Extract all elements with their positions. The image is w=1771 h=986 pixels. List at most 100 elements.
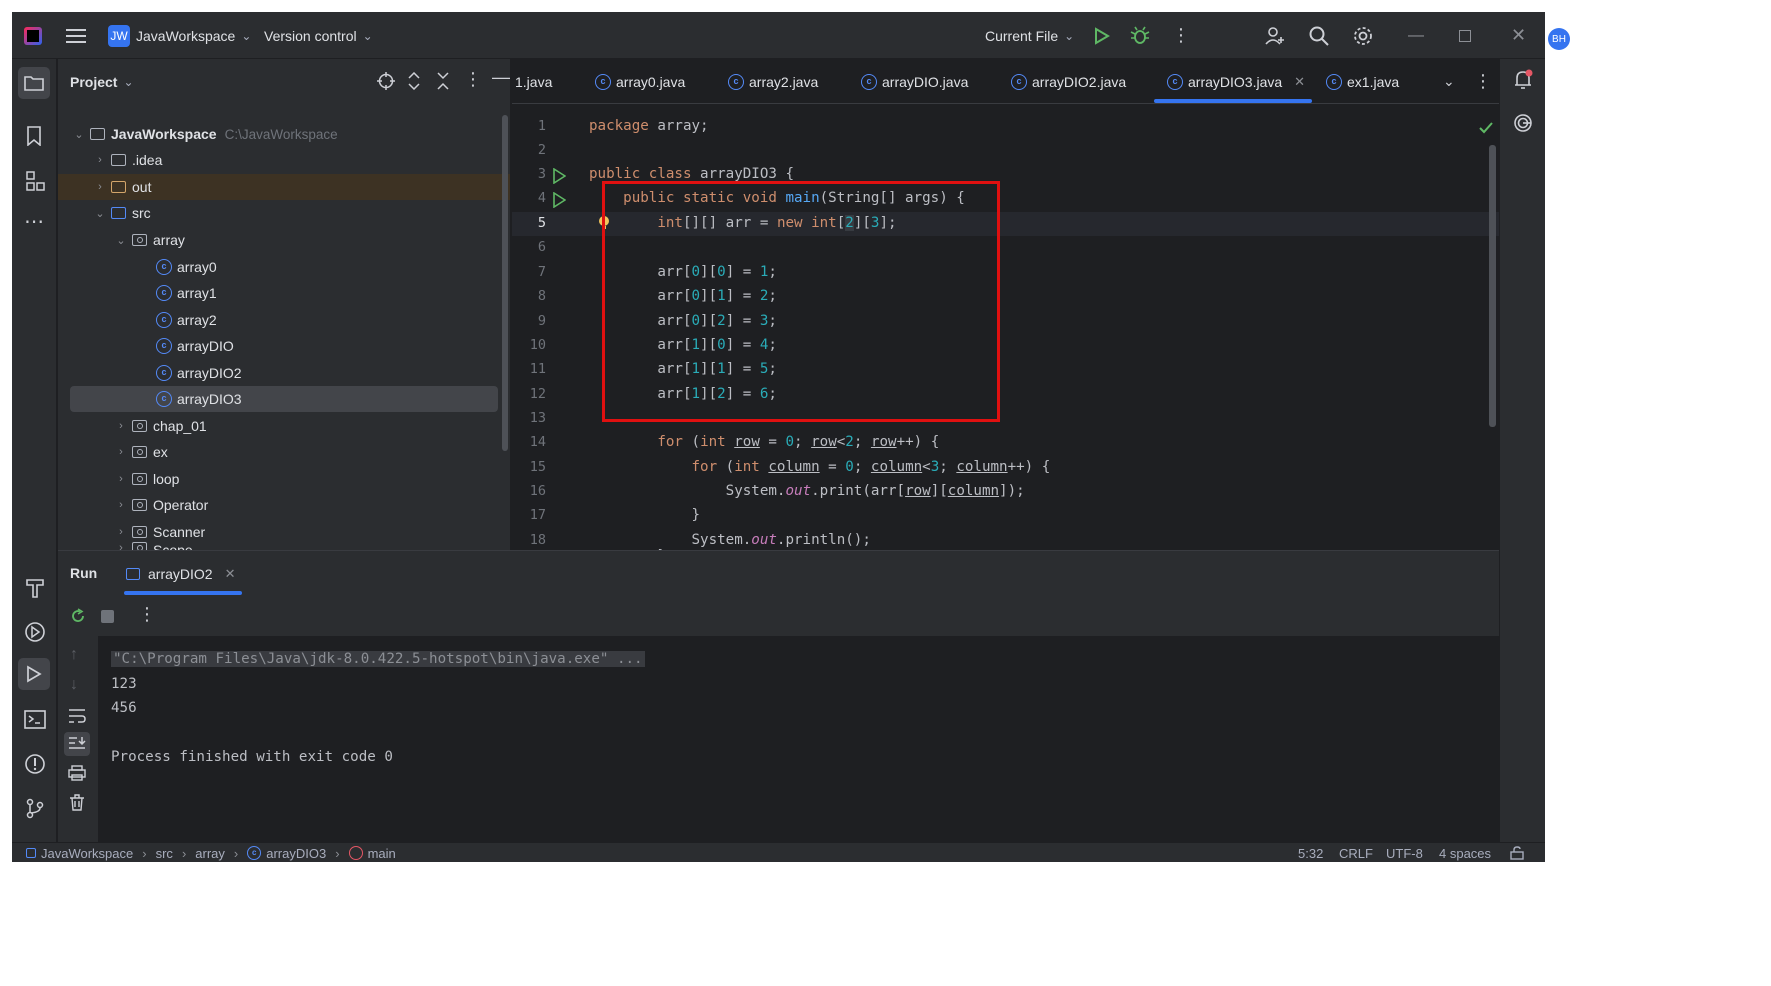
ai-assistant-icon[interactable] — [1513, 113, 1533, 136]
tree-item-arraydio[interactable]: c arrayDIO — [156, 333, 234, 359]
line-number: 9 — [537, 313, 546, 329]
project-switcher[interactable]: JW JavaWorkspace ⌄ — [108, 12, 251, 59]
settings-gear-icon[interactable] — [1352, 12, 1374, 59]
tree-item-array0[interactable]: c array0 — [156, 254, 217, 280]
folder-icon — [24, 76, 44, 91]
tree-item-ex[interactable]: › ex — [114, 439, 168, 465]
trash-icon[interactable] — [69, 794, 85, 815]
readonly-lock-icon[interactable] — [1510, 843, 1524, 862]
main-toolbar: JW JavaWorkspace ⌄ Version control ⌄ Cur… — [12, 12, 1545, 59]
tree-item-out[interactable]: › out — [93, 174, 151, 200]
tree-item-array2[interactable]: c array2 — [156, 307, 217, 333]
indent-settings[interactable]: 4 spaces — [1439, 843, 1491, 862]
chevron-right-icon: › — [119, 420, 123, 432]
tree-item-operator[interactable]: › Operator — [114, 492, 208, 518]
line-separator[interactable]: CRLF — [1339, 843, 1373, 862]
project-tool-button[interactable] — [18, 67, 50, 99]
locate-file-icon[interactable] — [377, 72, 395, 93]
run-config-label: Current File — [985, 27, 1059, 44]
caret-position[interactable]: 5:32 — [1298, 843, 1323, 862]
tree-item-array1[interactable]: c array1 — [156, 280, 217, 306]
git-branch-icon[interactable] — [24, 797, 46, 822]
search-icon[interactable] — [1308, 12, 1330, 59]
editor-scrollbar[interactable] — [1489, 145, 1496, 427]
structure-icon[interactable] — [25, 171, 45, 194]
run-panel-title: Run — [70, 565, 98, 581]
tab-arraydio3[interactable]: c arrayDIO3.java ✕ — [1167, 59, 1305, 104]
tree-root[interactable]: ⌄ JavaWorkspace C:\JavaWorkspace — [72, 121, 337, 147]
breadcrumb-item[interactable]: src — [156, 846, 173, 861]
build-hammer-icon[interactable] — [24, 577, 46, 602]
java-class-icon: c — [1167, 73, 1183, 90]
java-class-icon: c — [156, 259, 172, 275]
tree-item-src[interactable]: ⌄ src — [93, 200, 150, 226]
tab-label: arrayDIO3.java — [1188, 73, 1283, 90]
terminal-icon[interactable] — [24, 710, 46, 733]
main-menu-icon[interactable] — [66, 12, 86, 59]
project-view-selector[interactable]: Project ⌄ — [70, 59, 134, 104]
breadcrumb-item[interactable]: array — [195, 846, 225, 861]
notifications-bell-icon[interactable] — [1513, 69, 1533, 94]
run-gutter-icon-line3[interactable] — [552, 167, 567, 187]
breadcrumb-item[interactable]: JavaWorkspace — [41, 846, 133, 861]
more-tools-icon[interactable]: ⋯ — [24, 209, 44, 234]
app-logo-icon[interactable] — [24, 12, 42, 59]
user-avatar[interactable]: BH — [1548, 28, 1570, 50]
print-icon[interactable] — [68, 765, 86, 784]
hide-panel-icon[interactable]: — — [492, 67, 510, 88]
tab-array2[interactable]: c array2.java — [728, 59, 818, 104]
tree-scrollbar[interactable] — [502, 115, 508, 451]
breadcrumb-item[interactable]: arrayDIO3 — [266, 846, 326, 861]
tab-array0[interactable]: c array0.java — [595, 59, 685, 104]
file-encoding[interactable]: UTF-8 — [1386, 843, 1423, 862]
maximize-icon[interactable] — [1459, 12, 1471, 59]
tree-item-array[interactable]: ⌄ array — [114, 227, 185, 253]
scroll-down-icon[interactable]: ↓ — [70, 676, 78, 694]
tab-arraydio2[interactable]: c arrayDIO2.java — [1011, 59, 1126, 104]
rerun-icon[interactable] — [70, 608, 86, 627]
avatar-initials: BH — [1552, 33, 1566, 45]
tabs-list-chevron-icon[interactable]: ⌄ — [1443, 59, 1455, 104]
status-bar: JavaWorkspace › src › array › c arrayDIO… — [12, 842, 1545, 862]
console-line: 456 — [111, 700, 137, 716]
tree-item-arraydio3[interactable]: c arrayDIO3 — [156, 386, 242, 412]
options-icon[interactable]: ⋮ — [464, 69, 482, 90]
tree-item-loop[interactable]: › loop — [114, 466, 179, 492]
problems-icon[interactable] — [24, 753, 46, 778]
tab-label: arrayDIO2.java — [1032, 73, 1127, 90]
bookmarks-icon[interactable] — [25, 126, 43, 149]
more-actions-icon[interactable]: ⋮ — [1172, 12, 1190, 59]
stop-icon[interactable] — [101, 610, 114, 623]
tree-item-scope[interactable]: › Scope — [114, 542, 193, 550]
run-gutter-icon-line4[interactable] — [552, 191, 567, 211]
tab-arraydio[interactable]: c arrayDIO.java — [861, 59, 968, 104]
run-tab[interactable]: arrayDIO2 ✕ — [126, 551, 235, 596]
add-user-icon[interactable] — [1264, 12, 1286, 59]
run-options-icon[interactable]: ⋮ — [138, 604, 156, 625]
close-tab-icon[interactable]: ✕ — [1294, 74, 1305, 90]
tree-item-idea[interactable]: › .idea — [93, 147, 162, 173]
chevron-right-icon: › — [119, 499, 123, 511]
collapse-all-icon[interactable] — [436, 72, 450, 93]
run-button[interactable] — [1094, 12, 1110, 59]
tab-options-icon[interactable]: ⋮ — [1474, 59, 1492, 104]
run-tool-button[interactable] — [18, 658, 50, 690]
minimize-icon[interactable]: — — [1408, 12, 1424, 59]
tab-ex1[interactable]: c ex1.java — [1326, 59, 1399, 104]
scroll-up-icon[interactable]: ↑ — [70, 646, 78, 664]
services-icon[interactable] — [24, 621, 46, 646]
close-window-icon[interactable]: ✕ — [1511, 12, 1526, 59]
tree-item-chap01[interactable]: › chap_01 — [114, 413, 207, 439]
run-toolbar: ⋮ — [58, 596, 1499, 636]
source-folder-icon — [111, 207, 126, 219]
vcs-widget[interactable]: Version control ⌄ — [264, 12, 373, 59]
tab-1-java[interactable]: 1.java — [515, 59, 552, 104]
close-tab-icon[interactable]: ✕ — [225, 566, 236, 582]
breadcrumb-item[interactable]: main — [368, 846, 396, 861]
tree-item-arraydio2[interactable]: c arrayDIO2 — [156, 360, 242, 386]
expand-all-icon[interactable] — [407, 71, 421, 93]
scroll-to-end-icon[interactable] — [64, 732, 90, 756]
soft-wrap-icon[interactable] — [68, 708, 86, 727]
debug-button[interactable] — [1130, 12, 1150, 59]
run-config-selector[interactable]: Current File ⌄ — [985, 12, 1074, 59]
